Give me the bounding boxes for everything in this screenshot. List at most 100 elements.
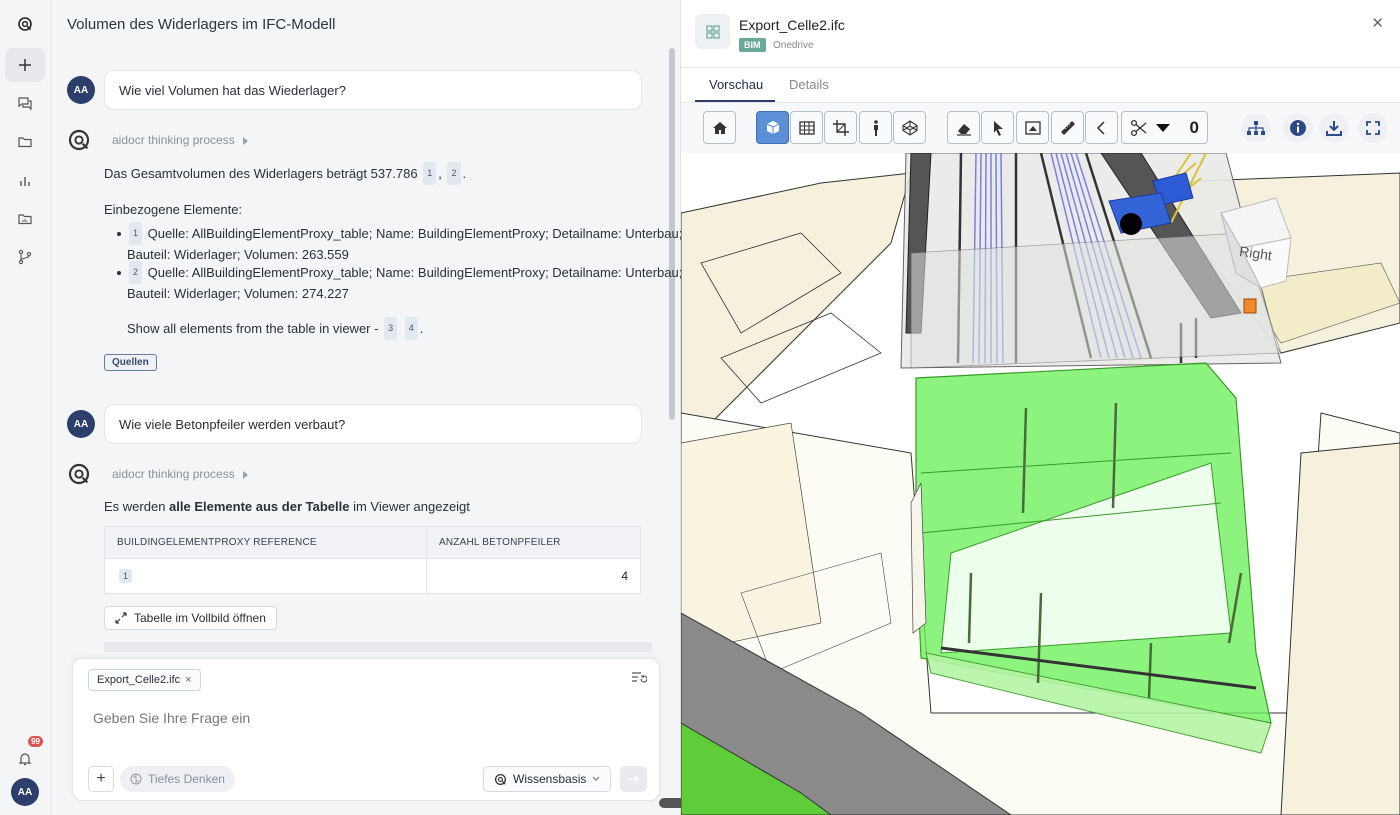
user-message: Wie viel Volumen hat das Wiederlager? [104, 70, 642, 110]
reference-badge[interactable]: 1 [119, 569, 133, 583]
first-person-button[interactable] [859, 111, 892, 144]
measure-button[interactable] [1051, 111, 1084, 144]
knowledge-base-icon [494, 773, 507, 785]
home-view-button[interactable] [703, 111, 736, 144]
answer-prefix: Das Gesamtvolumen des Widerlagers beträg… [104, 166, 418, 181]
brain-icon [130, 773, 142, 785]
answer-intro: Es werden alle Elemente aus der Tabelle … [104, 497, 470, 516]
chart-icon [20, 177, 30, 186]
fullscreen-label: Tabelle im Vollbild öffnen [134, 611, 266, 625]
add-button[interactable]: + [88, 766, 114, 792]
codepen-icon [901, 119, 918, 136]
thinking-process-toggle[interactable]: aidocr thinking process [112, 133, 248, 147]
ruler-icon [1060, 120, 1075, 135]
intro-prefix: Es werden [104, 499, 166, 514]
arrow-right-icon [628, 775, 639, 783]
list-item-line1: Quelle: AllBuildingElementProxy_table; N… [147, 265, 683, 280]
eraser-button[interactable] [947, 111, 980, 144]
open-table-fullscreen-button[interactable]: Tabelle im Vollbild öffnen [104, 606, 277, 630]
sources-button[interactable]: Quellen [104, 354, 157, 371]
list-item-line1: Quelle: AllBuildingElementProxy_table; N… [147, 226, 683, 241]
structure-tree-button[interactable] [1241, 113, 1271, 143]
ifc-model-render: Right [681, 153, 1400, 815]
reference-badge[interactable]: 1 [129, 222, 143, 245]
table-cell: 1 [105, 559, 427, 593]
caret-down-icon [1156, 123, 1170, 132]
hierarchy-icon [1247, 121, 1265, 135]
list-item-line2: Bauteil: Widerlager; Volumen: 263.559 [127, 247, 349, 262]
crop-button[interactable] [824, 111, 857, 144]
intro-bold: alle Elemente aus der Tabelle [169, 499, 350, 514]
chat-panel: Volumen des Widerlagers im IFC-Modell AA… [52, 0, 683, 815]
download-icon [1326, 121, 1342, 136]
chat-title: Volumen des Widerlagers im IFC-Modell [67, 16, 336, 33]
thinking-process-toggle[interactable]: aidocr thinking process [112, 467, 248, 481]
bullet [117, 232, 121, 236]
user-avatar[interactable]: AA [11, 778, 39, 806]
assistant-logo-icon [68, 129, 90, 151]
question-input[interactable]: Geben Sie Ihre Frage ein [93, 710, 250, 726]
collapse-button[interactable] [1085, 111, 1118, 144]
tab-vorschau[interactable]: Vorschau [709, 77, 763, 92]
chat-icon [18, 97, 32, 111]
expand-icon [115, 612, 127, 624]
model-explorer-button[interactable] [893, 111, 926, 144]
reference-badge[interactable]: 1 [423, 162, 437, 185]
select-button[interactable] [981, 111, 1014, 144]
caret-right-icon [242, 136, 248, 145]
partial-table-row [104, 642, 652, 652]
person-icon [873, 119, 878, 136]
notifications-button[interactable]: 99 [5, 736, 45, 776]
chats-button[interactable] [5, 86, 45, 120]
table-cell: 4 [621, 569, 628, 583]
info-button[interactable] [1283, 113, 1313, 143]
section-tool-button[interactable]: 0 [1121, 111, 1208, 144]
attachment-chip[interactable]: Export_Celle2.ifc × [88, 669, 201, 691]
knowledge-base-select[interactable]: Wissensbasis [483, 766, 612, 792]
send-button[interactable] [620, 766, 647, 792]
history-icon[interactable] [631, 671, 647, 685]
file-type-icon [695, 14, 730, 49]
workflows-button[interactable] [5, 240, 45, 274]
box-select-button[interactable] [1016, 111, 1049, 144]
header-divider [681, 67, 1400, 68]
file-tag: BIM [739, 38, 766, 52]
3d-view-button[interactable] [756, 111, 789, 144]
download-button[interactable] [1319, 113, 1349, 143]
list-item: 2 Quelle: AllBuildingElementProxy_table;… [127, 261, 687, 303]
frame-select-icon [1024, 120, 1041, 135]
reference-badge[interactable]: 4 [404, 317, 418, 340]
user-message: Wie viele Betonpfeiler werden verbaut? [104, 404, 642, 444]
files-button[interactable] [5, 125, 45, 159]
data-folder-icon [18, 214, 32, 225]
data-sources-button[interactable] [5, 202, 45, 236]
file-source: Onedrive [773, 40, 814, 51]
table-view-button[interactable] [790, 111, 823, 144]
expand-icon [1366, 121, 1380, 135]
reference-badge[interactable]: 2 [129, 261, 143, 284]
close-icon[interactable]: ✕ [1371, 14, 1384, 32]
new-chat-button[interactable] [5, 48, 45, 82]
viewer-toolbar: 0 [681, 103, 1400, 153]
plus-icon [19, 59, 31, 71]
analytics-button[interactable] [5, 164, 45, 198]
reference-badge[interactable]: 2 [447, 162, 461, 185]
answer-text: Das Gesamtvolumen des Widerlagers beträg… [104, 162, 466, 185]
fullscreen-button[interactable] [1358, 113, 1388, 143]
branch-icon [18, 249, 32, 265]
cube-icon [766, 120, 779, 134]
tab-details[interactable]: Details [789, 77, 829, 92]
info-icon [1290, 120, 1306, 136]
thinking-label: aidocr thinking process [112, 133, 235, 147]
app-logo-icon[interactable] [5, 7, 45, 41]
show-all-label: Show all elements from the table in view… [127, 321, 379, 336]
remove-attachment-icon[interactable]: × [185, 674, 191, 686]
deep-thinking-label: Tiefes Denken [148, 772, 225, 786]
list-item-line2: Bauteil: Widerlager; Volumen: 274.227 [127, 286, 349, 301]
chevron-down-icon [592, 776, 600, 781]
bullet [117, 271, 121, 275]
deep-thinking-button[interactable]: Tiefes Denken [120, 766, 235, 792]
reference-badge[interactable]: 3 [384, 317, 398, 340]
3d-viewport[interactable]: Right [681, 153, 1400, 815]
table-row: 1 4 [105, 559, 640, 593]
